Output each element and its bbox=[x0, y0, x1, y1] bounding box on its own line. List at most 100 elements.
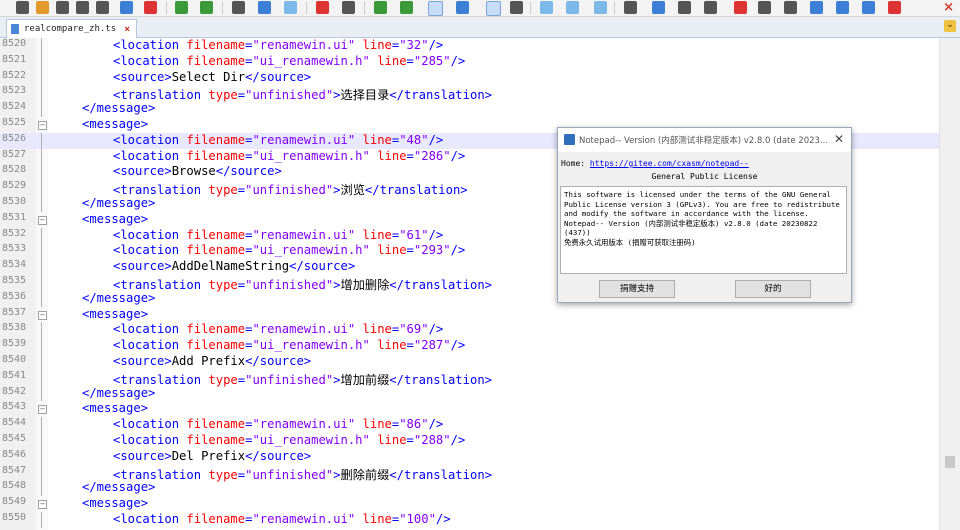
code-line[interactable]: 8523 <translation type="unfinished">选择目录<… bbox=[0, 85, 940, 102]
code-line[interactable]: 8540 <source>Add Prefix</source> bbox=[0, 353, 940, 370]
code-line[interactable]: 8524 </message> bbox=[0, 101, 940, 117]
xml-attr-value: "287" bbox=[413, 338, 451, 353]
replace-icon[interactable] bbox=[258, 1, 271, 14]
zoom-in-icon[interactable] bbox=[374, 1, 387, 14]
open-file-icon[interactable] bbox=[36, 1, 49, 14]
close-window-icon[interactable]: × bbox=[943, 0, 954, 15]
undo-icon[interactable] bbox=[175, 1, 188, 14]
record-macro-icon[interactable] bbox=[734, 1, 747, 14]
code-line[interactable]: 8548 </message> bbox=[0, 480, 940, 497]
run-macro-multiple-icon[interactable] bbox=[810, 1, 823, 14]
tab-close-icon[interactable]: × bbox=[124, 24, 130, 35]
save-macro-icon[interactable] bbox=[836, 1, 849, 14]
fold-guide bbox=[41, 464, 42, 481]
dialog-titlebar[interactable]: Notepad-- Version (内部测试非稳定版本) v2.8.0 (da… bbox=[558, 128, 851, 152]
code-line[interactable]: 8546 <source>Del Prefix</source> bbox=[0, 448, 940, 465]
close-all-icon[interactable] bbox=[120, 1, 133, 14]
show-symbols-icon[interactable] bbox=[456, 1, 469, 14]
fold-guide bbox=[41, 290, 42, 307]
extra-icon[interactable] bbox=[862, 1, 875, 14]
code-text: <location filename="renamewin.ui" line="… bbox=[113, 322, 443, 336]
code-line[interactable]: 8538 <location filename="renamewin.ui" li… bbox=[0, 322, 940, 339]
xml-tag: <source bbox=[113, 69, 165, 84]
xml-tag: </source> bbox=[245, 353, 312, 368]
code-text: </message> bbox=[82, 196, 155, 210]
zoom-out-icon[interactable] bbox=[400, 1, 413, 14]
dialog-close-icon[interactable]: ✕ bbox=[834, 132, 844, 146]
code-line[interactable]: 8542 </message> bbox=[0, 385, 940, 402]
tab-realcompare[interactable]: realcompare_zh.ts × bbox=[6, 19, 138, 38]
compare-icon[interactable] bbox=[594, 1, 607, 14]
code-line[interactable]: 8543 − <message> bbox=[0, 401, 940, 417]
fold-toggle-icon[interactable]: − bbox=[38, 120, 47, 130]
xml-tag: /> bbox=[428, 38, 444, 52]
monitor-icon[interactable] bbox=[678, 1, 691, 14]
close-file-icon[interactable] bbox=[96, 1, 109, 14]
goto-icon[interactable] bbox=[284, 1, 297, 14]
xml-tag: </source> bbox=[289, 259, 356, 274]
xml-tag: > bbox=[164, 164, 172, 179]
code-line[interactable]: 8545 <location filename = "ui_renamewin.h" … bbox=[0, 432, 940, 449]
xml-attr-name: filename bbox=[186, 417, 246, 432]
code-text: <location filename = "ui_renamewin.h" line… bbox=[113, 54, 465, 68]
redo-icon[interactable] bbox=[200, 1, 213, 14]
code-line[interactable]: 8547 <translation type="unfinished">删除前缀<… bbox=[0, 464, 940, 482]
tab-list-dropdown-icon[interactable]: ⌄ bbox=[944, 20, 956, 32]
print-icon[interactable] bbox=[144, 1, 157, 14]
wrap-icon[interactable] bbox=[428, 1, 443, 16]
xml-attr-name: line bbox=[362, 322, 392, 337]
line-number: 8547 bbox=[2, 464, 27, 476]
xml-tag: > bbox=[164, 69, 172, 84]
grid-icon[interactable] bbox=[624, 1, 637, 14]
mark-icon[interactable] bbox=[316, 1, 329, 14]
pen-icon[interactable] bbox=[342, 1, 355, 14]
code-line[interactable]: 8541 <translation type="unfinished">增加前缀<… bbox=[0, 369, 940, 387]
xml-tag: /> bbox=[428, 132, 444, 147]
fold-toggle-icon[interactable]: − bbox=[38, 405, 47, 415]
play-macro-icon[interactable] bbox=[784, 1, 797, 14]
code-line[interactable]: 8550 <location filename="renamewin.ui" li… bbox=[0, 511, 940, 528]
license-text-box[interactable]: This software is licensed under the term… bbox=[560, 186, 847, 274]
scrollbar-thumb[interactable] bbox=[945, 456, 955, 468]
fold-toggle-icon[interactable]: − bbox=[38, 215, 47, 225]
next-icon[interactable] bbox=[566, 1, 579, 14]
donate-button[interactable]: 捐赠支持 bbox=[599, 280, 675, 298]
xml-tag: <location bbox=[113, 432, 180, 447]
line-number: 8539 bbox=[2, 338, 27, 350]
code-text: </message> bbox=[82, 386, 155, 400]
vertical-scrollbar[interactable] bbox=[939, 38, 960, 530]
new-file-icon[interactable] bbox=[16, 1, 29, 14]
indent-guide-icon[interactable] bbox=[486, 1, 501, 16]
code-line[interactable]: 8522 <source>Select Dir</source> bbox=[0, 69, 940, 86]
settings-icon[interactable] bbox=[510, 1, 523, 14]
code-line[interactable]: 8549 − <message> bbox=[0, 496, 940, 512]
panel-icon[interactable] bbox=[704, 1, 717, 14]
code-line[interactable]: 8539 <location filename = "ui_renamewin.h" … bbox=[0, 338, 940, 354]
line-number: 8529 bbox=[2, 180, 27, 192]
plugin-icon[interactable] bbox=[888, 1, 901, 14]
save-icon[interactable] bbox=[56, 1, 69, 14]
xml-attr-value: "renamewin.ui" bbox=[252, 38, 356, 52]
xml-attr-value: "ui_renamewin.h" bbox=[252, 243, 370, 258]
line-number: 8546 bbox=[2, 448, 27, 460]
dialog-button-bar: 捐赠支持 好的 bbox=[558, 278, 851, 300]
stop-macro-icon[interactable] bbox=[758, 1, 771, 14]
code-line[interactable]: 8537 − <message> bbox=[0, 307, 940, 323]
xml-tag: /> bbox=[428, 227, 444, 242]
code-text: <message> bbox=[82, 307, 148, 321]
xml-tag: <message> bbox=[82, 116, 149, 131]
save-all-icon[interactable] bbox=[76, 1, 89, 14]
code-line[interactable]: 8521 <location filename = "ui_renamewin.h" … bbox=[0, 53, 940, 70]
list-icon[interactable] bbox=[652, 1, 665, 14]
ok-button[interactable]: 好的 bbox=[735, 280, 811, 298]
toolbar-separator bbox=[222, 2, 223, 14]
fold-toggle-icon[interactable]: − bbox=[38, 500, 47, 510]
xml-tag: <location bbox=[113, 53, 180, 68]
code-line[interactable]: 8520 <location filename="renamewin.ui" li… bbox=[0, 38, 940, 54]
find-icon[interactable] bbox=[232, 1, 245, 14]
home-link[interactable]: https://gitee.com/cxasm/notepad-- bbox=[590, 159, 749, 168]
fold-guide bbox=[41, 417, 42, 433]
prev-icon[interactable] bbox=[540, 1, 553, 14]
fold-toggle-icon[interactable]: − bbox=[38, 310, 47, 320]
code-line[interactable]: 8544 <location filename="renamewin.ui" li… bbox=[0, 417, 940, 433]
